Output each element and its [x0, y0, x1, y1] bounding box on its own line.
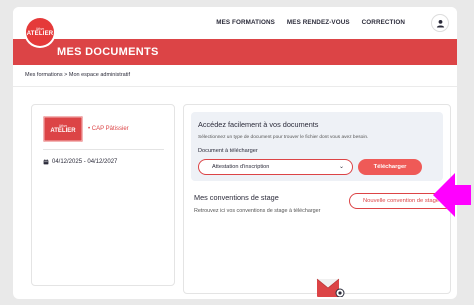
user-account-button[interactable]: [431, 14, 449, 32]
documents-card: Accédez facilement à vos documents Sélec…: [183, 104, 453, 297]
calendar-icon: [43, 159, 49, 165]
documents-download-panel: Accédez facilement à vos documents Sélec…: [191, 112, 443, 181]
app-window: MES FORMATIONS MES RENDEZ-VOUS CORRECTIO…: [13, 7, 457, 299]
mon-atelier-logo[interactable]: Mon ATELIER: [26, 18, 54, 46]
formation-logo: Mon ATELIER: [43, 116, 83, 142]
document-type-select[interactable]: Attestation d'inscription ⌄: [198, 159, 353, 175]
documents-title: Accédez facilement à vos documents: [198, 120, 319, 129]
page-banner: MES DOCUMENTS: [13, 39, 457, 65]
nav-mes-rendez-vous[interactable]: MES RENDEZ-VOUS: [287, 19, 350, 26]
document-type-value: Attestation d'inscription: [212, 164, 270, 170]
document-illustration-icon: [316, 278, 345, 297]
conventions-title: Mes conventions de stage: [194, 193, 279, 202]
formation-dates-text: 04/12/2025 - 04/12/2027: [52, 159, 118, 165]
download-button[interactable]: Télécharger: [358, 159, 422, 175]
documents-hint: Sélectionnez un type de document pour tr…: [198, 135, 369, 140]
page-title: MES DOCUMENTS: [57, 46, 159, 58]
chevron-down-icon: ⌄: [338, 164, 344, 170]
annotation-arrow-icon: [433, 173, 471, 217]
formation-dates: 04/12/2025 - 04/12/2027: [43, 159, 117, 165]
divider: [13, 86, 457, 87]
nav-correction[interactable]: CORRECTION: [362, 19, 405, 26]
formation-card: Mon ATELIER • CAP Pâtissier 04/12/2025 -…: [31, 104, 175, 286]
document-select-label: Document à télécharger: [198, 148, 258, 154]
top-navigation: MES FORMATIONS MES RENDEZ-VOUS CORRECTIO…: [13, 7, 457, 39]
main-nav: MES FORMATIONS MES RENDEZ-VOUS CORRECTIO…: [216, 19, 405, 26]
course-name[interactable]: • CAP Pâtissier: [88, 126, 129, 132]
nav-mes-formations[interactable]: MES FORMATIONS: [216, 19, 275, 26]
user-icon: [436, 19, 444, 28]
conventions-hint: Retrouvez ici vos conventions de stage à…: [194, 208, 321, 214]
card-divider: [43, 149, 164, 150]
breadcrumb[interactable]: Mes formations > Mon espace administrati…: [25, 72, 130, 78]
